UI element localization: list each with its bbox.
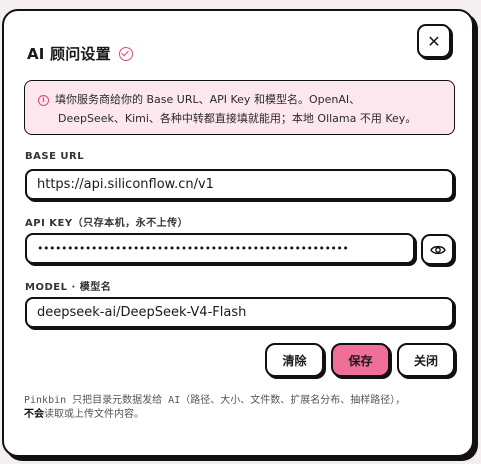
info-icon: i <box>38 95 49 106</box>
base-url-label: BASE URL <box>25 151 85 162</box>
base-url-input[interactable]: https://api.siliconflow.cn/v1 <box>25 169 454 200</box>
api-key-label: API KEY（只存本机，永不上传） <box>25 218 189 229</box>
close-button[interactable]: ✕ <box>417 24 451 58</box>
notice-text-1: 填你服务商给你的 Base URL、API Key 和模型名。OpenAI、 <box>55 93 361 106</box>
check-circle-icon <box>118 46 133 61</box>
info-notice: i 填你服务商给你的 Base URL、API Key 和模型名。OpenAI、 … <box>24 80 455 135</box>
dialog-title: AI 顾问设置 <box>27 43 133 64</box>
model-label: MODEL · 模型名 <box>25 282 112 293</box>
api-key-input[interactable]: ••••••••••••••••••••••••••••••••••••••••… <box>25 233 415 264</box>
close-dialog-button[interactable]: 关闭 <box>397 343 455 377</box>
model-input[interactable]: deepseek-ai/DeepSeek-V4-Flash <box>25 297 454 328</box>
footer-text-2: 读取或上传文件内容。 <box>44 409 144 420</box>
footer-text: Pinkbin 只把目录元数据发给 AI（路径、大小、文件数、扩展名分布、抽样路… <box>24 395 406 406</box>
notice-text-2: DeepSeek、Kimi、各种中转都直接填就能用；本地 Ollama 不用 K… <box>58 112 417 125</box>
save-button[interactable]: 保存 <box>331 343 390 377</box>
close-icon: ✕ <box>427 31 441 51</box>
clear-button[interactable]: 清除 <box>265 343 324 377</box>
eye-icon <box>429 245 446 254</box>
dialog-title-text: AI 顾问设置 <box>27 45 111 63</box>
footer-emphasis: 不会 <box>24 409 44 420</box>
notice-line-1: i 填你服务商给你的 Base URL、API Key 和模型名。OpenAI、 <box>38 90 444 109</box>
privacy-footer: Pinkbin 只把目录元数据发给 AI（路径、大小、文件数、扩展名分布、抽样路… <box>24 394 454 422</box>
reveal-key-button[interactable] <box>421 234 454 265</box>
